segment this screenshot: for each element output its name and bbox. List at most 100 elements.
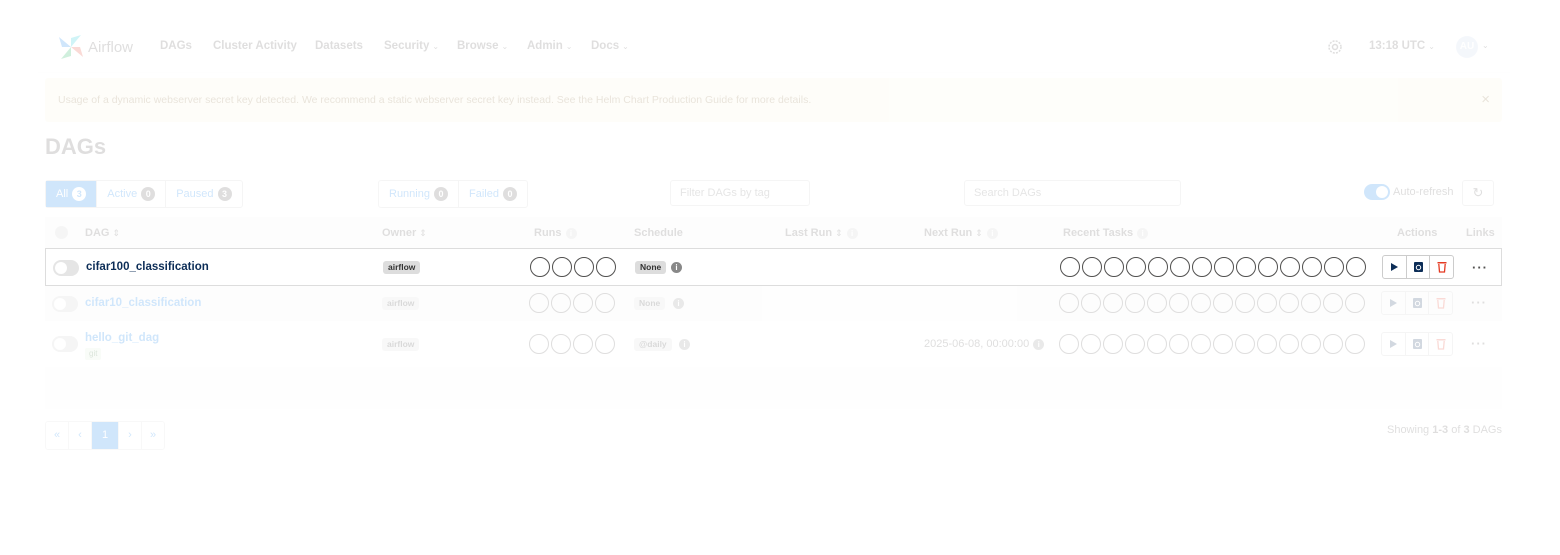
owner-badge[interactable]: airflow [382,297,420,310]
task-status-circle[interactable] [1235,334,1255,354]
info-icon[interactable]: i [565,227,577,239]
task-status-circle[interactable] [1103,334,1123,354]
task-status-circle[interactable] [1147,293,1167,313]
refresh-dag-button[interactable] [1407,256,1431,278]
refresh-dag-button[interactable] [1406,333,1430,355]
task-status-circle[interactable] [1323,293,1343,313]
delete-dag-button[interactable] [1429,292,1452,314]
nav-datasets[interactable]: Datasets [315,40,363,52]
task-status-circle[interactable] [1324,257,1344,277]
nav-docs[interactable]: Docs ⌄ [591,40,629,52]
task-status-circle[interactable] [1236,257,1256,277]
dag-id-link[interactable]: cifar10_classification [85,297,201,309]
user-avatar[interactable]: AU [1456,36,1478,58]
links-menu-button[interactable]: ··· [1471,336,1487,351]
page-last-button[interactable]: » [142,422,164,449]
task-status-circle[interactable] [1125,334,1145,354]
run-status-circle[interactable] [595,293,615,313]
header-dag[interactable]: DAG ⇕ [85,227,120,239]
page-first-button[interactable]: « [46,422,69,449]
task-status-circle[interactable] [1126,257,1146,277]
task-status-circle[interactable] [1104,257,1124,277]
pause-toggle[interactable] [52,336,78,352]
run-status-circle[interactable] [530,257,550,277]
task-status-circle[interactable] [1235,293,1255,313]
trigger-dag-button[interactable] [1382,333,1406,355]
filter-failed-button[interactable]: Failed 0 [459,181,527,207]
info-icon[interactable]: i [1137,227,1149,239]
task-status-circle[interactable] [1257,334,1277,354]
task-status-circle[interactable] [1192,257,1212,277]
info-icon[interactable]: i [673,298,684,309]
run-status-circle[interactable] [552,257,572,277]
task-status-circle[interactable] [1213,334,1233,354]
timezone-clock[interactable]: 13:18 UTC ⌄ [1369,40,1435,52]
airflow-brand[interactable]: Airflow [56,30,133,64]
info-icon[interactable]: i [846,227,858,239]
dag-id-link[interactable]: hello_git_dag [85,332,159,344]
info-icon[interactable]: i [679,339,690,350]
owner-badge[interactable]: airflow [383,261,421,274]
auto-refresh-toggle[interactable] [1364,184,1390,200]
info-icon[interactable]: i [1033,338,1045,350]
pause-toggle[interactable] [53,260,79,276]
page-prev-button[interactable]: ‹ [69,422,92,449]
run-status-circle[interactable] [551,334,571,354]
filter-all-button[interactable]: All 3 [46,181,98,207]
run-status-circle[interactable] [573,293,593,313]
run-status-circle[interactable] [573,334,593,354]
pause-toggle[interactable] [52,296,78,312]
task-status-circle[interactable] [1346,257,1366,277]
dag-tag[interactable]: git [85,348,102,360]
dag-id-link[interactable]: cifar100_classification [86,261,209,273]
page-next-button[interactable]: › [119,422,142,449]
task-status-circle[interactable] [1170,257,1190,277]
task-status-circle[interactable] [1059,293,1079,313]
task-status-circle[interactable] [1081,334,1101,354]
task-status-circle[interactable] [1279,293,1299,313]
run-status-circle[interactable] [596,257,616,277]
links-menu-button[interactable]: ··· [1471,295,1487,310]
chevron-down-icon[interactable]: ⌄ [1482,41,1489,50]
task-status-circle[interactable] [1191,293,1211,313]
task-status-circle[interactable] [1214,257,1234,277]
run-status-circle[interactable] [574,257,594,277]
close-icon[interactable]: × [1481,91,1490,108]
task-status-circle[interactable] [1323,334,1343,354]
header-owner[interactable]: Owner ⇕ [382,227,427,239]
gear-icon[interactable] [1326,38,1344,56]
task-status-circle[interactable] [1147,334,1167,354]
task-status-circle[interactable] [1103,293,1123,313]
task-status-circle[interactable] [1081,293,1101,313]
header-next-run[interactable]: Next Run ⇕ i [924,227,998,239]
filter-paused-button[interactable]: Paused 3 [166,181,241,207]
run-status-circle[interactable] [529,293,549,313]
search-input[interactable] [964,180,1181,206]
task-status-circle[interactable] [1169,293,1189,313]
refresh-dag-button[interactable] [1406,292,1430,314]
task-status-circle[interactable] [1257,293,1277,313]
run-status-circle[interactable] [551,293,571,313]
task-status-circle[interactable] [1082,257,1102,277]
task-status-circle[interactable] [1148,257,1168,277]
refresh-button[interactable]: ↻ [1462,180,1494,206]
task-status-circle[interactable] [1169,334,1189,354]
filter-active-button[interactable]: Active 0 [97,181,167,207]
header-last-run[interactable]: Last Run ⇕ i [785,227,858,239]
task-status-circle[interactable] [1059,334,1079,354]
nav-admin[interactable]: Admin ⌄ [527,40,572,52]
task-status-circle[interactable] [1060,257,1080,277]
task-status-circle[interactable] [1279,334,1299,354]
trigger-dag-button[interactable] [1383,256,1407,278]
task-status-circle[interactable] [1280,257,1300,277]
trigger-dag-button[interactable] [1382,292,1406,314]
run-status-circle[interactable] [529,334,549,354]
delete-dag-button[interactable] [1429,333,1452,355]
task-status-circle[interactable] [1345,334,1365,354]
task-status-circle[interactable] [1302,257,1322,277]
owner-badge[interactable]: airflow [382,338,420,351]
info-icon[interactable]: i [986,227,998,239]
links-menu-button[interactable]: ··· [1472,260,1488,275]
page-current-button[interactable]: 1 [92,422,119,449]
filter-running-button[interactable]: Running 0 [379,181,459,207]
